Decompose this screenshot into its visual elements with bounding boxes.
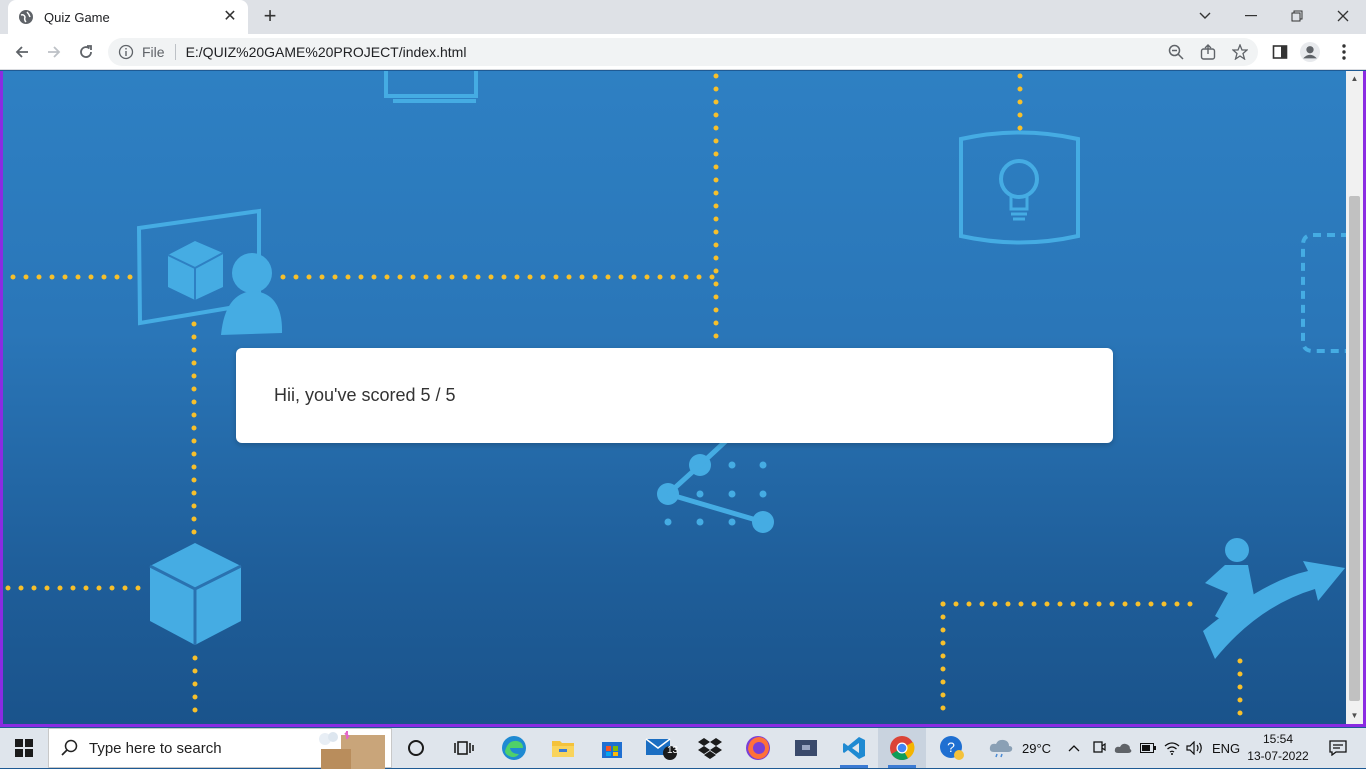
- new-tab-button[interactable]: +: [258, 5, 282, 28]
- restore-icon[interactable]: [1274, 0, 1320, 32]
- onedrive-icon[interactable]: [1114, 728, 1132, 768]
- info-icon[interactable]: [118, 44, 134, 60]
- microsoft-store-icon[interactable]: [588, 728, 636, 768]
- score-card: Hii, you've scored 5 / 5: [236, 348, 1113, 443]
- climbing-person-arrow-icon: [1203, 538, 1345, 659]
- task-view-icon[interactable]: [440, 728, 488, 768]
- notification-icon[interactable]: [1318, 728, 1358, 768]
- wifi-icon[interactable]: [1164, 728, 1180, 768]
- cloud-rain-icon: [989, 739, 1013, 758]
- windows-start-icon[interactable]: [0, 728, 48, 768]
- weather-widget[interactable]: 29°C: [988, 728, 1051, 768]
- profile-avatar-icon[interactable]: [1300, 42, 1320, 62]
- weather-temp: 29°C: [1022, 740, 1052, 756]
- search-highlight-illustration: [319, 731, 385, 769]
- dropbox-icon[interactable]: [686, 728, 734, 768]
- taskbar: Type here to search 13 ? 29°C ENG 15:54 …: [0, 728, 1366, 769]
- bookmark-star-icon[interactable]: [1232, 44, 1248, 60]
- scroll-down-arrow-icon[interactable]: ▼: [1346, 708, 1363, 724]
- share-icon[interactable]: [1200, 44, 1216, 60]
- address-divider: [174, 44, 176, 60]
- minimize-icon[interactable]: [1228, 0, 1274, 32]
- tab-close-icon[interactable]: ✕: [222, 9, 238, 25]
- mail-icon[interactable]: 13: [637, 728, 685, 768]
- volume-icon[interactable]: [1186, 728, 1204, 768]
- browser-toolbar: File E:/QUIZ%20GAME%20PROJECT/index.html: [0, 34, 1366, 70]
- battery-icon[interactable]: [1140, 728, 1156, 768]
- scroll-up-arrow-icon[interactable]: ▲: [1346, 71, 1363, 87]
- cube-icon: [149, 543, 242, 645]
- tab-search-icon[interactable]: [1182, 0, 1228, 32]
- clock-time: 15:54: [1262, 732, 1294, 746]
- search-icon: [61, 739, 78, 756]
- reload-icon[interactable]: [72, 38, 100, 66]
- presentation-cube-person-icon: [136, 208, 283, 335]
- clock[interactable]: 15:54 13-07-2022: [1240, 731, 1316, 767]
- chevron-up-icon[interactable]: [1068, 728, 1080, 768]
- clock-date: 13-07-2022: [1247, 749, 1309, 763]
- scroll-thumb[interactable]: [1349, 196, 1360, 701]
- cortana-icon[interactable]: [392, 728, 440, 768]
- lightbulb-flag-icon: [959, 130, 1080, 245]
- chrome-icon[interactable]: [878, 728, 926, 768]
- side-panel-icon[interactable]: [1270, 42, 1290, 62]
- forward-arrow-icon[interactable]: [40, 38, 68, 66]
- dashed-document-icon: [1301, 233, 1349, 353]
- file-explorer-icon[interactable]: [539, 728, 587, 768]
- zoom-icon[interactable]: [1168, 44, 1184, 60]
- score-message: Hii, you've scored 5 / 5: [274, 385, 456, 405]
- svg-text:?: ?: [947, 739, 955, 755]
- folder-icon: [384, 71, 478, 103]
- edge-browser-icon[interactable]: [490, 728, 538, 768]
- tab-bar: Quiz Game ✕ +: [0, 0, 1366, 34]
- scatter-chart-icon: [657, 437, 774, 533]
- vscode-icon[interactable]: [830, 728, 878, 768]
- tab-title: Quiz Game: [44, 9, 110, 25]
- language-indicator[interactable]: ENG: [1212, 728, 1240, 768]
- mail-badge: 13: [667, 745, 679, 756]
- globe-icon: [19, 10, 33, 24]
- app-window-icon[interactable]: [782, 728, 830, 768]
- taskbar-search-input[interactable]: Type here to search: [48, 728, 392, 769]
- page-viewport: Hii, you've scored 5 / 5 ▲ ▼: [0, 71, 1366, 727]
- tab-quiz-game[interactable]: Quiz Game ✕: [8, 0, 248, 34]
- window-close-icon[interactable]: [1320, 0, 1366, 32]
- menu-kebab-icon[interactable]: [1334, 42, 1354, 62]
- back-arrow-icon[interactable]: [8, 38, 36, 66]
- help-icon[interactable]: ?: [928, 728, 976, 768]
- firefox-icon[interactable]: [734, 728, 782, 768]
- page-scrollbar[interactable]: ▲ ▼: [1346, 71, 1363, 724]
- url-text[interactable]: E:/QUIZ%20GAME%20PROJECT/index.html: [186, 44, 467, 60]
- address-bar[interactable]: File E:/QUIZ%20GAME%20PROJECT/index.html: [108, 38, 1258, 66]
- meet-now-icon[interactable]: [1092, 728, 1106, 768]
- address-scheme-label: File: [142, 44, 165, 60]
- search-placeholder: Type here to search: [89, 739, 222, 757]
- language-label: ENG: [1212, 740, 1241, 756]
